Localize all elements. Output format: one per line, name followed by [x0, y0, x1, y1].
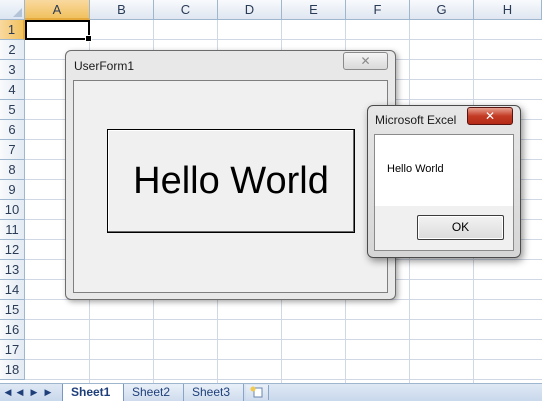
column-header-b[interactable]: B: [90, 0, 154, 20]
msgbox-message: Hello World: [387, 163, 444, 175]
hello-world-button[interactable]: Hello World: [107, 129, 355, 233]
insert-sheet-button[interactable]: [246, 385, 269, 400]
column-header-h[interactable]: H: [474, 0, 542, 20]
msgbox-dialog: Microsoft Excel ✕ Hello World OK: [367, 105, 521, 258]
insert-sheet-icon: [250, 386, 263, 398]
column-header-c[interactable]: C: [154, 0, 218, 20]
userform-close-button[interactable]: ✕: [343, 52, 388, 70]
msgbox-title: Microsoft Excel: [375, 113, 457, 127]
tab-sheet1[interactable]: Sheet1: [62, 384, 124, 401]
row-header-6[interactable]: 6: [0, 120, 25, 140]
grid-line: [25, 339, 542, 340]
userform-client-area: Hello World: [73, 80, 388, 293]
userform-title: UserForm1: [74, 59, 135, 73]
grid-line: [25, 379, 542, 380]
row-header-11[interactable]: 11: [0, 220, 25, 240]
previous-sheet-icon[interactable]: ◀: [15, 387, 25, 398]
row-header-15[interactable]: 15: [0, 300, 25, 320]
row-header-13[interactable]: 13: [0, 260, 25, 280]
row-header-3[interactable]: 3: [0, 60, 25, 80]
row-header-16[interactable]: 16: [0, 320, 25, 340]
grid-line: [25, 319, 542, 320]
first-sheet-icon[interactable]: ◀: [3, 387, 13, 398]
row-header-7[interactable]: 7: [0, 140, 25, 160]
row-header-18[interactable]: 18: [0, 360, 25, 380]
column-header-f[interactable]: F: [346, 0, 410, 20]
active-cell-a1[interactable]: [25, 20, 92, 42]
column-header-e[interactable]: E: [282, 0, 346, 20]
row-header-2[interactable]: 2: [0, 40, 25, 60]
msgbox-client-area: Hello World OK: [374, 134, 514, 251]
tab-sheet3[interactable]: Sheet3: [184, 384, 244, 401]
grid-line: [25, 359, 542, 360]
grid-line: [25, 39, 542, 40]
tab-sheet2[interactable]: Sheet2: [124, 384, 184, 401]
select-all-corner[interactable]: [0, 0, 25, 20]
ok-button[interactable]: OK: [417, 215, 504, 240]
row-header-8[interactable]: 8: [0, 160, 25, 180]
msgbox-footer: OK: [375, 206, 513, 250]
column-header-d[interactable]: D: [218, 0, 282, 20]
msgbox-close-button[interactable]: ✕: [467, 107, 513, 125]
row-header-1[interactable]: 1: [0, 20, 25, 40]
last-sheet-icon[interactable]: ▶: [43, 387, 53, 398]
row-header-17[interactable]: 17: [0, 340, 25, 360]
row-header-12[interactable]: 12: [0, 240, 25, 260]
row-header-14[interactable]: 14: [0, 280, 25, 300]
row-header-4[interactable]: 4: [0, 80, 25, 100]
row-header-10[interactable]: 10: [0, 200, 25, 220]
sheet-tab-bar: ◀ ◀ ▶ ▶ Sheet1 Sheet2 Sheet3: [0, 383, 542, 401]
column-header-g[interactable]: G: [410, 0, 474, 20]
row-header-9[interactable]: 9: [0, 180, 25, 200]
next-sheet-icon[interactable]: ▶: [29, 387, 39, 398]
userform-window: UserForm1 ✕ Hello World: [65, 50, 396, 300]
row-header-5[interactable]: 5: [0, 100, 25, 120]
column-header-a[interactable]: A: [25, 0, 90, 20]
